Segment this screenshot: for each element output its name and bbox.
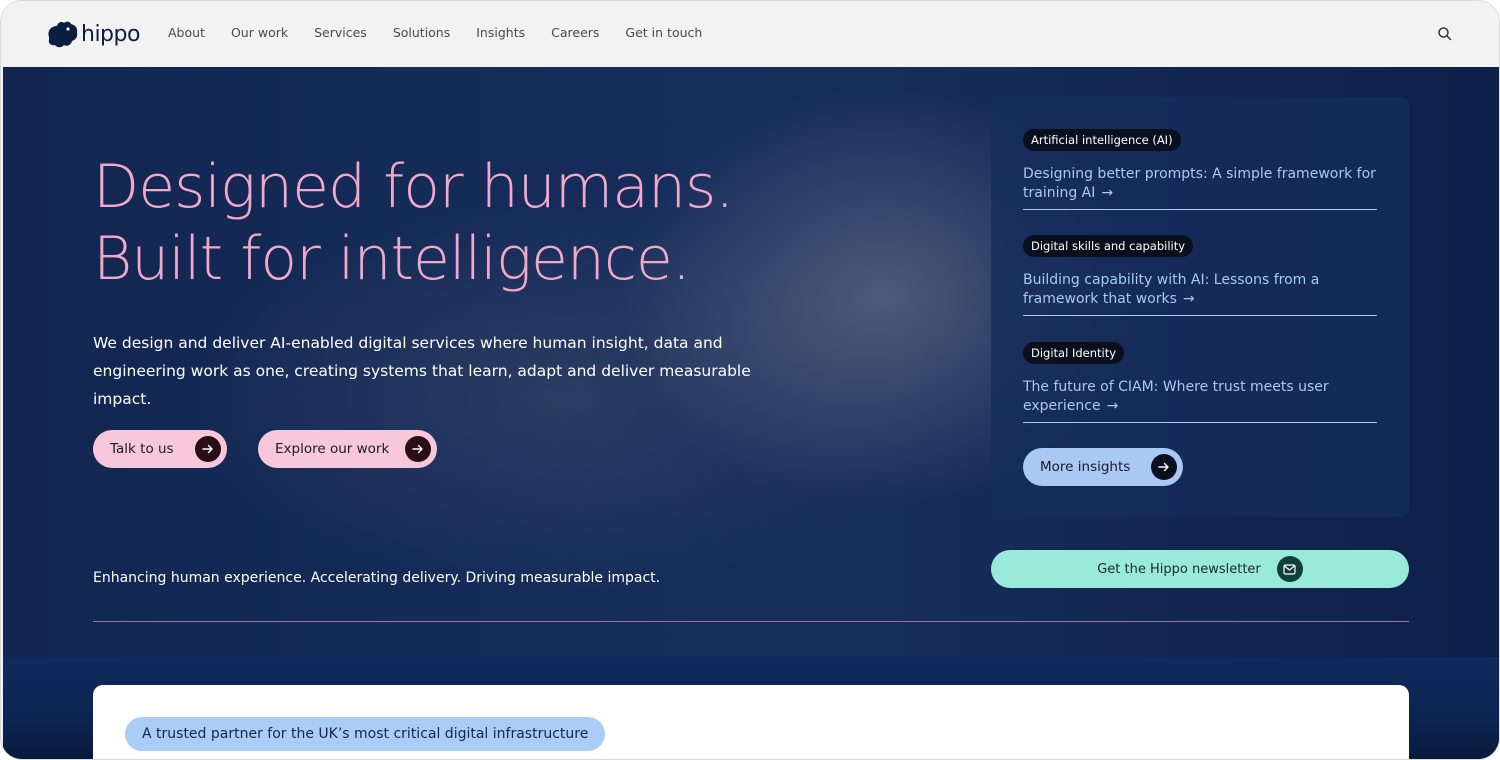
search-icon[interactable] bbox=[1437, 26, 1453, 42]
hippo-logo-icon bbox=[48, 21, 78, 48]
nav-link-about[interactable]: About bbox=[168, 25, 205, 40]
more-insights-label: More insights bbox=[1040, 459, 1131, 475]
newsletter-label: Get the Hippo newsletter bbox=[1097, 561, 1261, 577]
browser-frame: hippo About Our work Services Solutions … bbox=[0, 0, 1500, 760]
headline-line-1: Designed for humans. bbox=[93, 152, 734, 222]
insight-title: Designing better prompts: A simple frame… bbox=[1023, 166, 1376, 201]
insight-link-prompts[interactable]: Designing better prompts: A simple frame… bbox=[1023, 165, 1377, 210]
hero-headline: Designed for humans. Built for intellige… bbox=[93, 151, 734, 295]
insight-link-capability[interactable]: Building capability with AI: Lessons fro… bbox=[1023, 271, 1377, 316]
trust-badge: A trusted partner for the UK’s most crit… bbox=[125, 717, 606, 751]
hero-section: Designed for humans. Built for intellige… bbox=[3, 67, 1499, 759]
nav-link-our-work[interactable]: Our work bbox=[231, 25, 288, 40]
arrow-right-icon bbox=[405, 436, 431, 462]
brand-name: hippo bbox=[81, 21, 140, 47]
section-divider bbox=[93, 621, 1409, 622]
insights-panel: Artificial intelligence (AI) Designing b… bbox=[991, 97, 1409, 517]
nav-link-get-in-touch[interactable]: Get in touch bbox=[625, 25, 702, 40]
mail-icon bbox=[1276, 556, 1303, 582]
insight-link-ciam[interactable]: The future of CIAM: Where trust meets us… bbox=[1023, 378, 1377, 423]
insight-item: Digital skills and capability Building c… bbox=[1023, 235, 1377, 316]
talk-to-us-button[interactable]: Talk to us bbox=[93, 430, 227, 468]
insight-tag: Digital skills and capability bbox=[1023, 235, 1194, 257]
more-insights-button[interactable]: More insights bbox=[1023, 448, 1183, 486]
explore-our-work-label: Explore our work bbox=[275, 441, 390, 457]
arrow-right-icon: → bbox=[1106, 398, 1119, 414]
hippo-logo[interactable]: hippo bbox=[45, 19, 140, 49]
nav-link-solutions[interactable]: Solutions bbox=[393, 25, 450, 40]
explore-our-work-button[interactable]: Explore our work bbox=[258, 430, 437, 468]
nav-links: About Our work Services Solutions Insigh… bbox=[168, 25, 728, 40]
arrow-right-icon bbox=[1151, 454, 1177, 480]
headline-line-2: Built for intelligence. bbox=[93, 224, 691, 294]
hero-intro: We design and deliver AI-enabled digital… bbox=[93, 334, 751, 408]
trust-card: A trusted partner for the UK’s most crit… bbox=[93, 685, 1409, 759]
insight-tag: Digital Identity bbox=[1023, 342, 1125, 364]
arrow-right-icon: → bbox=[1101, 185, 1114, 201]
nav-link-insights[interactable]: Insights bbox=[476, 25, 525, 40]
insight-item: Digital Identity The future of CIAM: Whe… bbox=[1023, 342, 1377, 423]
arrow-right-icon bbox=[195, 436, 221, 462]
hero-tagline: Enhancing human experience. Accelerating… bbox=[93, 570, 661, 586]
arrow-right-icon: → bbox=[1182, 291, 1195, 307]
newsletter-button[interactable]: Get the Hippo newsletter bbox=[991, 550, 1409, 588]
insight-title: The future of CIAM: Where trust meets us… bbox=[1023, 379, 1329, 414]
talk-to-us-label: Talk to us bbox=[110, 441, 174, 457]
insight-title: Building capability with AI: Lessons fro… bbox=[1023, 272, 1320, 307]
top-navigation: hippo About Our work Services Solutions … bbox=[1, 1, 1499, 67]
nav-link-careers[interactable]: Careers bbox=[551, 25, 599, 40]
insight-tag: Artificial intelligence (AI) bbox=[1023, 129, 1181, 151]
insight-item: Artificial intelligence (AI) Designing b… bbox=[1023, 129, 1377, 210]
nav-link-services[interactable]: Services bbox=[314, 25, 367, 40]
